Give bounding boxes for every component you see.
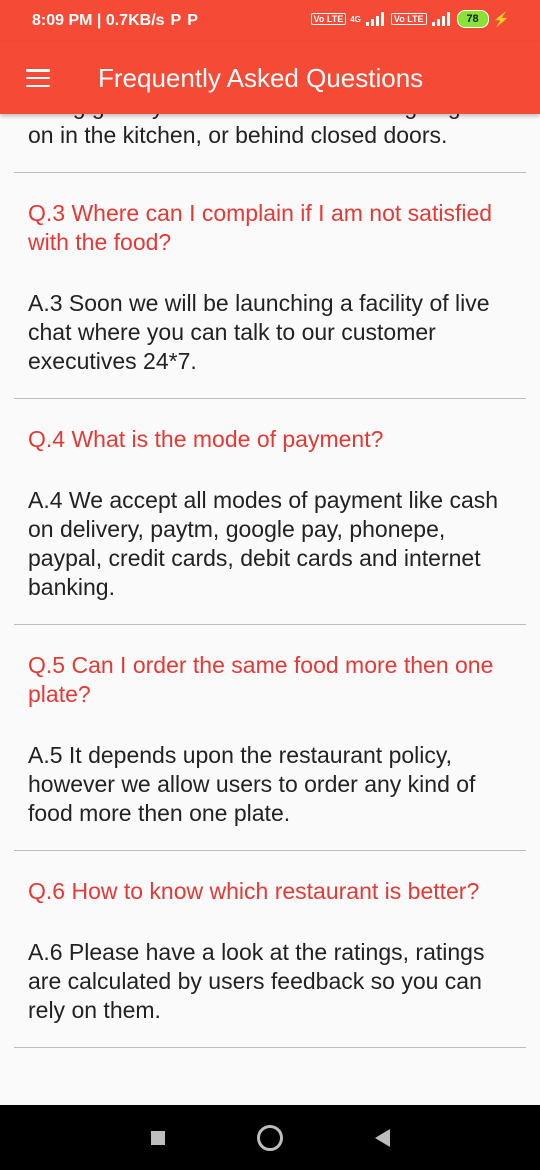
faq-answer: A.3 Soon we will be launching a facility… — [28, 290, 490, 374]
page-title: Frequently Asked Questions — [98, 62, 424, 93]
faq-question: Q.6 How to know which restaurant is bett… — [28, 878, 480, 904]
battery-icon: 78 — [456, 10, 489, 28]
notification-icon-1: P — [170, 12, 182, 29]
faq-answer: A.5 It depends upon the restaurant polic… — [28, 742, 476, 826]
notification-icon-2: P — [187, 12, 198, 29]
home-icon[interactable] — [256, 1124, 283, 1151]
volte-icon: Vo LTE — [310, 13, 347, 25]
status-time: 8:09 PM | 0.7KB/s — [32, 12, 165, 29]
recents-icon[interactable] — [150, 1130, 165, 1145]
faq-item: Q.5 Can I order the same food more then … — [0, 625, 540, 828]
faq-answer: A.6 Please have a look at the ratings, r… — [28, 939, 485, 1023]
faq-item: Q.4 What is the mode of payment? A.4 We … — [0, 399, 540, 602]
back-icon[interactable] — [374, 1128, 390, 1147]
system-nav-bar — [0, 1105, 540, 1170]
faq-list[interactable]: rating gives you some idea of what's goi… — [0, 100, 540, 1105]
faq-question: Q.4 What is the mode of payment? — [28, 426, 384, 452]
faq-item: Q.3 Where can I complain if I am not sat… — [0, 173, 540, 376]
status-indicators: Vo LTE 4G Vo LTE 78 ⚡ — [310, 10, 510, 28]
status-bar: 8:09 PM | 0.7KB/s P P Vo LTE 4G Vo LTE 7… — [0, 0, 540, 42]
app-bar: Frequently Asked Questions — [0, 42, 540, 114]
signal-icon-2 — [431, 12, 450, 26]
faq-item: Q.6 How to know which restaurant is bett… — [0, 851, 540, 1025]
faq-partial-bottom: on in the kitchen, or behind closed door… — [28, 122, 448, 148]
signal-icon — [365, 12, 384, 26]
divider — [14, 1047, 526, 1048]
volte-icon-2: Vo LTE — [390, 13, 427, 25]
4g-label: 4G — [350, 14, 361, 24]
faq-answer: A.4 We accept all modes of payment like … — [28, 487, 499, 600]
faq-question: Q.5 Can I order the same food more then … — [28, 652, 494, 707]
faq-question: Q.3 Where can I complain if I am not sat… — [28, 200, 493, 255]
menu-icon[interactable] — [26, 69, 50, 87]
charging-icon: ⚡ — [492, 10, 510, 27]
